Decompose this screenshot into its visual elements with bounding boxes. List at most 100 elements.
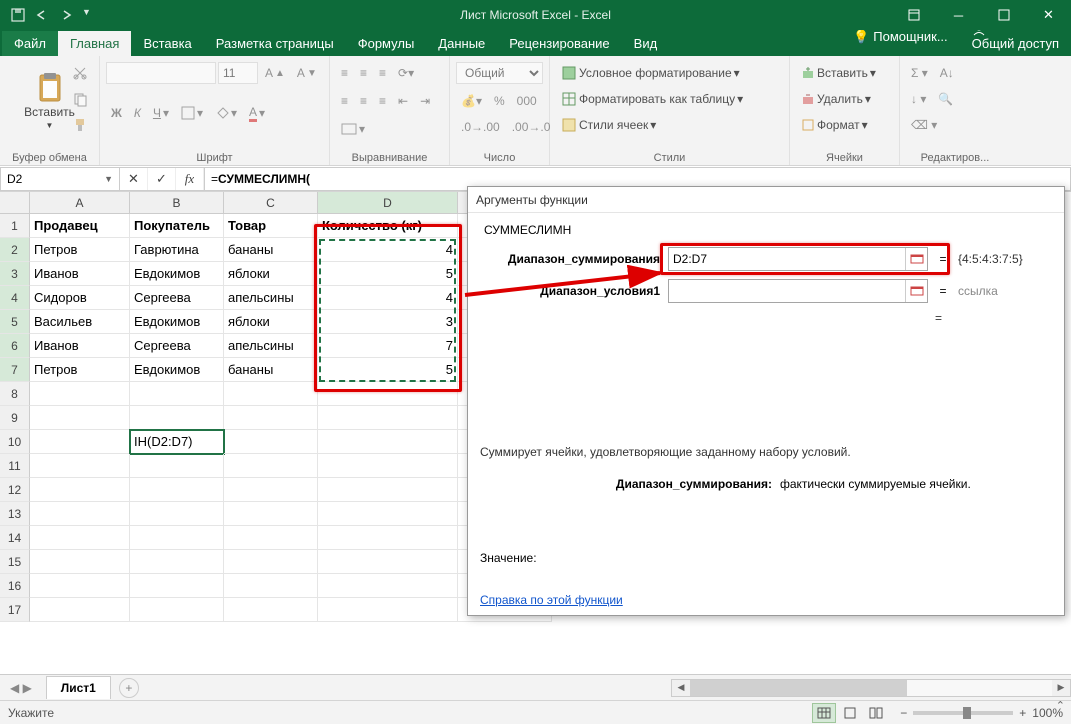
orientation-button[interactable]: ⟳▾	[393, 63, 419, 83]
tab-formulas[interactable]: Формулы	[346, 31, 427, 56]
tab-insert[interactable]: Вставка	[131, 31, 203, 56]
font-size-select[interactable]	[218, 62, 258, 84]
format-as-table-button[interactable]: Форматировать как таблицу ▾	[556, 88, 748, 110]
row-header-4[interactable]: 4	[0, 286, 30, 310]
italic-button[interactable]: К	[129, 103, 146, 123]
row-header-10[interactable]: 10	[0, 430, 30, 454]
scroll-thumb[interactable]	[690, 680, 907, 696]
cell-B4[interactable]: Сергеева	[130, 286, 224, 310]
cell-D7[interactable]: 5	[318, 358, 458, 382]
delete-cells-button[interactable]: Удалить ▾	[796, 89, 876, 109]
cell-styles-button[interactable]: Стили ячеек ▾	[556, 114, 661, 136]
border-button[interactable]: ▾	[176, 103, 208, 123]
cell-D5[interactable]: 3	[318, 310, 458, 334]
tab-page-layout[interactable]: Разметка страницы	[204, 31, 346, 56]
cell-B17[interactable]	[130, 598, 224, 622]
scroll-left-icon[interactable]: ◀	[672, 680, 690, 696]
column-header-D[interactable]: D	[318, 192, 458, 214]
collapse-ribbon-icon[interactable]: ⌃	[1056, 699, 1065, 712]
decrease-font-button[interactable]: A▼	[292, 63, 322, 83]
cell-C3[interactable]: яблоки	[224, 262, 318, 286]
cell-A3[interactable]: Иванов	[30, 262, 130, 286]
cell-A14[interactable]	[30, 526, 130, 550]
sort-filter-button[interactable]: A↓	[935, 63, 959, 83]
cell-D10[interactable]	[318, 430, 458, 454]
cell-D13[interactable]	[318, 502, 458, 526]
row-header-17[interactable]: 17	[0, 598, 30, 622]
row-header-6[interactable]: 6	[0, 334, 30, 358]
ribbon-options-icon[interactable]	[891, 0, 936, 30]
cell-B1[interactable]: Покупатель	[130, 214, 224, 238]
cut-button[interactable]	[67, 62, 93, 84]
add-sheet-button[interactable]: +	[119, 678, 139, 698]
zoom-in-button[interactable]: +	[1019, 706, 1026, 720]
page-layout-view-button[interactable]	[838, 703, 862, 723]
name-box[interactable]: D2 ▼	[0, 167, 120, 191]
cell-C7[interactable]: бананы	[224, 358, 318, 382]
indent-inc-button[interactable]: ⇥	[415, 91, 435, 111]
horizontal-scrollbar[interactable]: ◀ ▶	[671, 679, 1071, 697]
row-header-7[interactable]: 7	[0, 358, 30, 382]
cell-A12[interactable]	[30, 478, 130, 502]
merge-button[interactable]: ▾	[336, 119, 370, 139]
cell-A15[interactable]	[30, 550, 130, 574]
cell-B16[interactable]	[130, 574, 224, 598]
cell-D11[interactable]	[318, 454, 458, 478]
cell-C6[interactable]: апельсины	[224, 334, 318, 358]
cell-B11[interactable]	[130, 454, 224, 478]
cell-B2[interactable]: Гаврютина	[130, 238, 224, 262]
close-button[interactable]: ✕	[1026, 0, 1071, 30]
row-header-11[interactable]: 11	[0, 454, 30, 478]
qat-dropdown-icon[interactable]: ▼	[82, 7, 98, 23]
enter-formula-button[interactable]: ✓	[148, 168, 176, 190]
clear-button[interactable]: ⌫ ▾	[906, 115, 942, 135]
undo-icon[interactable]	[34, 7, 50, 23]
arg2-range-picker-button[interactable]	[905, 280, 927, 302]
row-header-2[interactable]: 2	[0, 238, 30, 262]
cell-B3[interactable]: Евдокимов	[130, 262, 224, 286]
cell-C16[interactable]	[224, 574, 318, 598]
cell-C4[interactable]: апельсины	[224, 286, 318, 310]
cell-D1[interactable]: Количество (кг)	[318, 214, 458, 238]
cell-A1[interactable]: Продавец	[30, 214, 130, 238]
scroll-right-icon[interactable]: ▶	[1052, 680, 1070, 696]
cell-B12[interactable]	[130, 478, 224, 502]
tab-review[interactable]: Рецензирование	[497, 31, 621, 56]
normal-view-button[interactable]	[812, 703, 836, 723]
cell-D3[interactable]: 5	[318, 262, 458, 286]
cell-D4[interactable]: 4	[318, 286, 458, 310]
cell-C17[interactable]	[224, 598, 318, 622]
row-header-15[interactable]: 15	[0, 550, 30, 574]
cell-D15[interactable]	[318, 550, 458, 574]
select-all-triangle[interactable]	[0, 192, 30, 214]
cell-B15[interactable]	[130, 550, 224, 574]
cell-D8[interactable]	[318, 382, 458, 406]
decrease-decimal-button[interactable]: .00→.0	[507, 117, 556, 137]
font-family-select[interactable]	[106, 62, 216, 84]
cell-C5[interactable]: яблоки	[224, 310, 318, 334]
tab-data[interactable]: Данные	[426, 31, 497, 56]
arg2-input[interactable]	[669, 284, 905, 298]
tab-view[interactable]: Вид	[622, 31, 670, 56]
bold-button[interactable]: Ж	[106, 103, 127, 123]
cell-C14[interactable]	[224, 526, 318, 550]
align-left-button[interactable]: ≡	[336, 91, 353, 111]
fill-button[interactable]: ↓ ▾	[906, 89, 931, 109]
insert-cells-button[interactable]: Вставить ▾	[796, 63, 881, 83]
tab-file[interactable]: Файл	[2, 31, 58, 56]
find-button[interactable]: 🔍	[933, 89, 958, 109]
cell-C13[interactable]	[224, 502, 318, 526]
tab-home[interactable]: Главная	[58, 31, 131, 56]
row-header-16[interactable]: 16	[0, 574, 30, 598]
cell-A10[interactable]	[30, 430, 130, 454]
cell-C8[interactable]	[224, 382, 318, 406]
conditional-format-button[interactable]: Условное форматирование ▾	[556, 62, 745, 84]
cell-A16[interactable]	[30, 574, 130, 598]
row-header-13[interactable]: 13	[0, 502, 30, 526]
cell-A8[interactable]	[30, 382, 130, 406]
align-bottom-button[interactable]: ≡	[374, 63, 391, 83]
minimize-button[interactable]: ─	[936, 0, 981, 30]
row-header-5[interactable]: 5	[0, 310, 30, 334]
page-break-view-button[interactable]	[864, 703, 888, 723]
row-header-1[interactable]: 1	[0, 214, 30, 238]
